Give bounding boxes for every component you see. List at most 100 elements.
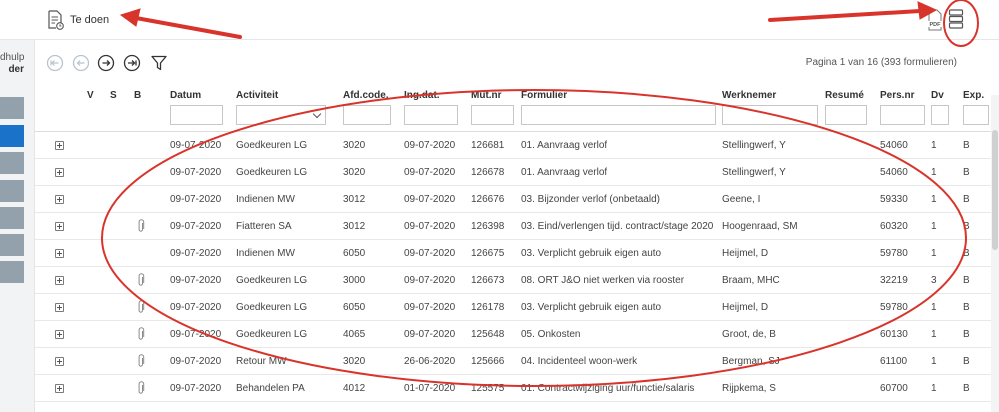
column-header-resume[interactable]: Resumé — [825, 90, 864, 101]
list-view-icon[interactable] — [948, 8, 964, 30]
document-clock-icon[interactable] — [48, 10, 64, 30]
cell-ingdat: 09-07-2020 — [404, 302, 456, 313]
table-row[interactable]: 09-07-2020 Retour MW 3020 26-06-2020 125666 0… — [35, 348, 999, 375]
table-row[interactable]: 09-07-2020 Behandelen PA 4012 01-07-2020 125… — [35, 375, 999, 402]
sidebar-item[interactable] — [0, 152, 24, 174]
cell-activiteit: Goedkeuren LG — [236, 140, 308, 151]
column-header-b[interactable]: B — [134, 90, 141, 101]
expand-row-icon[interactable] — [55, 168, 64, 177]
filter-input-formulier[interactable] — [521, 105, 716, 125]
cell-ingdat: 09-07-2020 — [404, 248, 456, 259]
sidebar-item[interactable] — [0, 207, 24, 229]
cell-datum: 09-07-2020 — [170, 167, 222, 178]
sidebar-item-active[interactable] — [0, 125, 24, 147]
sidebar-item[interactable] — [0, 261, 24, 283]
last-page-icon[interactable] — [123, 54, 141, 72]
column-header-activiteit[interactable]: Activiteit — [236, 90, 278, 101]
sidebar-item[interactable] — [0, 97, 24, 119]
sidebar-item[interactable] — [0, 180, 24, 202]
column-header-formulier[interactable]: Formulier — [521, 90, 567, 101]
table-row[interactable]: 09-07-2020 Goedkeuren LG 3020 09-07-2020 126… — [35, 159, 999, 186]
todo-label[interactable]: Te doen — [70, 14, 109, 26]
cell-mutnr: 126676 — [471, 194, 505, 205]
cell-dv: 1 — [931, 167, 937, 178]
column-header-afdcode[interactable]: Afd.code. — [343, 90, 389, 101]
attachment-icon[interactable] — [137, 219, 145, 233]
attachment-icon[interactable] — [137, 354, 145, 368]
expand-row-icon[interactable] — [55, 249, 64, 258]
attachment-icon[interactable] — [137, 273, 145, 287]
column-header-datum[interactable]: Datum — [170, 90, 201, 101]
cell-werknemer: Heijmel, D — [722, 302, 769, 313]
previous-page-icon[interactable] — [72, 54, 90, 72]
filter-input-werknemer[interactable] — [722, 105, 818, 125]
cell-dv: 1 — [931, 329, 937, 340]
cell-formulier: 08. ORT J&O niet werken via rooster — [521, 275, 685, 286]
column-header-mutnr[interactable]: Mut.nr — [471, 90, 502, 101]
cell-mutnr: 125648 — [471, 329, 505, 340]
table-row[interactable]: 09-07-2020 Goedkeuren LG 4065 09-07-2020 125… — [35, 321, 999, 348]
table-row[interactable]: 09-07-2020 Indienen MW 3012 09-07-2020 12667… — [35, 186, 999, 213]
expand-row-icon[interactable] — [55, 384, 64, 393]
sidebar-item[interactable] — [0, 234, 24, 256]
filter-input-afdcode[interactable] — [343, 105, 391, 125]
filter-input-ingdat[interactable] — [404, 105, 458, 125]
cell-afdcode: 3012 — [343, 221, 366, 232]
cell-dv: 1 — [931, 221, 937, 232]
cell-persnr: 60130 — [880, 329, 908, 340]
expand-row-icon[interactable] — [55, 357, 64, 366]
cell-dv: 1 — [931, 356, 937, 367]
column-header-s[interactable]: S — [110, 90, 117, 101]
cell-datum: 09-07-2020 — [170, 140, 222, 151]
cell-ingdat: 26-06-2020 — [404, 356, 456, 367]
next-page-icon[interactable] — [97, 54, 115, 72]
cell-werknemer: Geene, I — [722, 194, 761, 205]
attachment-icon[interactable] — [137, 381, 145, 395]
expand-row-icon[interactable] — [55, 303, 64, 312]
table-row[interactable]: 09-07-2020 Fiatteren SA 3012 09-07-2020 1263… — [35, 213, 999, 240]
cell-dv: 3 — [931, 275, 937, 286]
cell-mutnr: 126178 — [471, 302, 505, 313]
filter-input-dv[interactable] — [931, 105, 949, 125]
filter-input-persnr[interactable] — [880, 105, 925, 125]
expand-row-icon[interactable] — [55, 141, 64, 150]
filter-input-resume[interactable] — [825, 105, 867, 125]
column-header-exp[interactable]: Exp. — [963, 90, 984, 101]
column-header-ingdat[interactable]: Ing.dat. — [404, 90, 440, 101]
attachment-icon[interactable] — [137, 327, 145, 341]
first-page-icon[interactable] — [46, 54, 64, 72]
cell-werknemer: Hoogenraad, SM — [722, 221, 798, 232]
cell-ingdat: 09-07-2020 — [404, 140, 456, 151]
cell-datum: 09-07-2020 — [170, 194, 222, 205]
filter-input-mutnr[interactable] — [471, 105, 514, 125]
filter-input-datum[interactable] — [170, 105, 223, 125]
cell-formulier: 04. Incidenteel woon-werk — [521, 356, 638, 367]
table-row[interactable]: 09-07-2020 Indienen MW 6050 09-07-2020 12667… — [35, 240, 999, 267]
cell-persnr: 61100 — [880, 356, 908, 367]
expand-row-icon[interactable] — [55, 222, 64, 231]
filter-select-activiteit[interactable] — [236, 105, 326, 125]
table-header: V S B Datum Activiteit Afd.code. Ing.dat… — [35, 82, 999, 132]
column-header-werknemer[interactable]: Werknemer — [722, 90, 776, 101]
expand-row-icon[interactable] — [55, 195, 64, 204]
table-row[interactable]: 09-07-2020 Goedkeuren LG 6050 09-07-2020 126… — [35, 294, 999, 321]
cell-formulier: 03. Verplicht gebruik eigen auto — [521, 248, 662, 259]
cell-activiteit: Goedkeuren LG — [236, 167, 308, 178]
cell-formulier: 01. Contractwijziging uur/functie/salari… — [521, 383, 695, 394]
cell-dv: 1 — [931, 302, 937, 313]
cell-activiteit: Behandelen PA — [236, 383, 305, 394]
column-header-dv[interactable]: Dv — [931, 90, 944, 101]
expand-row-icon[interactable] — [55, 276, 64, 285]
column-header-persnr[interactable]: Pers.nr — [880, 90, 914, 101]
cell-exp: B — [963, 167, 970, 178]
pdf-icon[interactable]: PDF — [927, 9, 943, 31]
svg-text:PDF: PDF — [930, 22, 942, 28]
filter-icon[interactable] — [150, 54, 168, 72]
attachment-icon[interactable] — [137, 300, 145, 314]
table-row[interactable]: 09-07-2020 Goedkeuren LG 3000 09-07-2020 126… — [35, 267, 999, 294]
expand-row-icon[interactable] — [55, 330, 64, 339]
column-header-v[interactable]: V — [87, 90, 94, 101]
table-row[interactable]: 09-07-2020 Goedkeuren LG 3020 09-07-2020 126… — [35, 132, 999, 159]
filter-input-exp[interactable] — [963, 105, 989, 125]
scrollbar-thumb[interactable] — [992, 130, 998, 250]
